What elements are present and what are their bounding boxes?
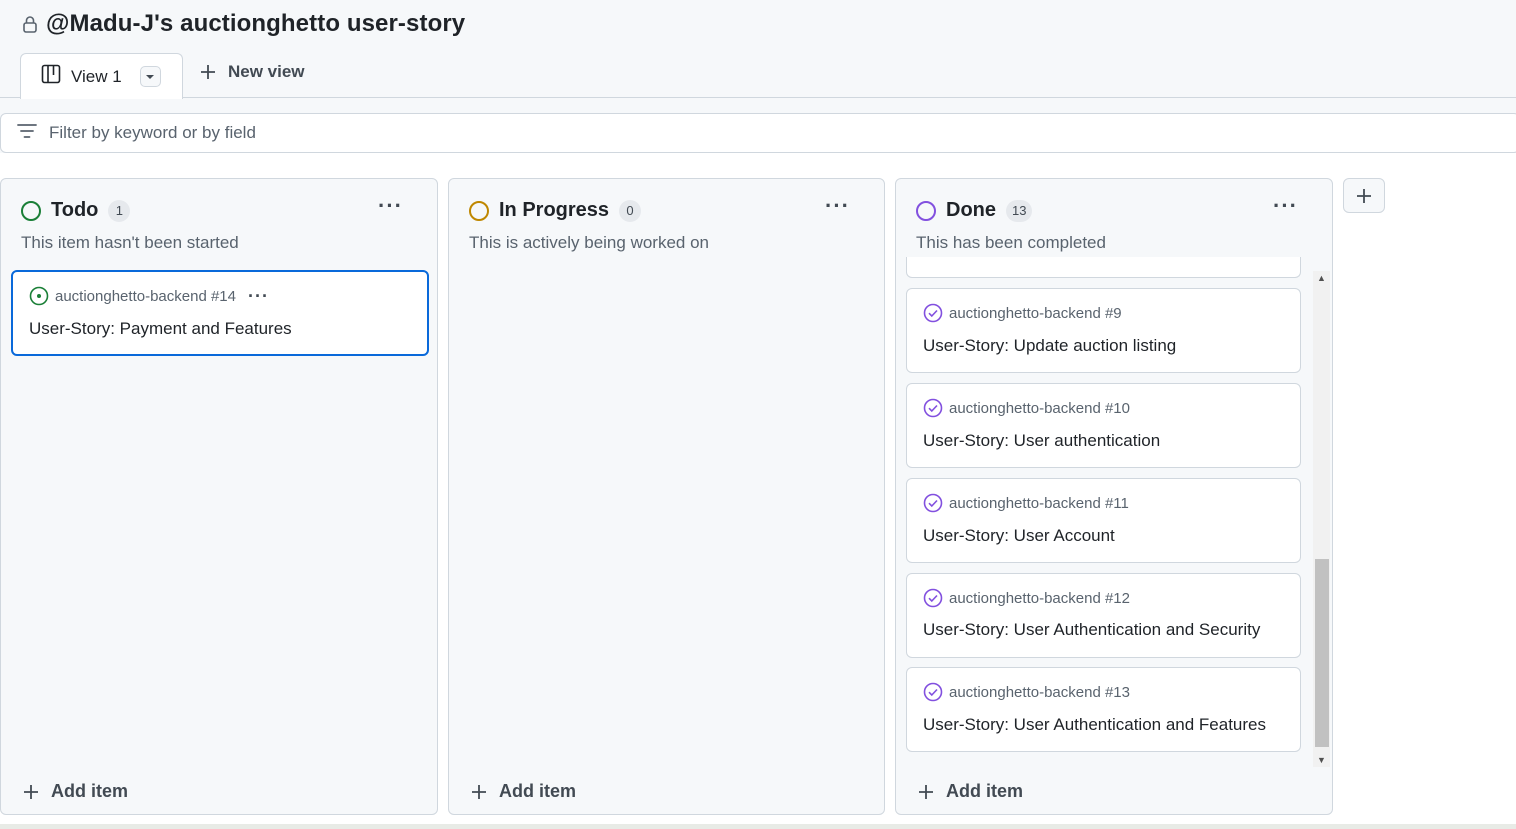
issue-closed-icon [923, 398, 943, 418]
column-menu-button[interactable]: ··· [378, 195, 403, 217]
column-description: This has been completed [916, 233, 1106, 252]
card-meta: auctionghetto-backend #10 [923, 398, 1130, 418]
card-item[interactable]: auctionghetto-backend #9 User-Story: Upd… [906, 288, 1301, 373]
card-meta: auctionghetto-backend #9 [923, 303, 1122, 323]
card-item-partial[interactable] [906, 257, 1301, 278]
add-column-button[interactable] [1343, 178, 1385, 213]
card-item[interactable]: auctionghetto-backend #13 User-Story: Us… [906, 667, 1301, 752]
item-count-badge: 0 [619, 199, 642, 222]
card-menu-button[interactable]: ··· [248, 287, 269, 305]
filter-bar[interactable] [0, 113, 1516, 153]
column-menu-button[interactable]: ··· [1273, 195, 1298, 217]
column-done: Done 13 ··· This has been completed auct… [895, 178, 1333, 815]
column-title: Todo [51, 199, 99, 221]
plus-icon [919, 784, 933, 799]
plus-icon [201, 65, 215, 79]
card-repo-label: auctionghetto-backend #11 [949, 494, 1129, 512]
add-item-button[interactable]: Add item [471, 781, 576, 802]
view-options-button[interactable] [139, 66, 161, 87]
card-title[interactable]: User-Story: User Authentication and Feat… [923, 715, 1266, 735]
card-title[interactable]: User-Story: Update auction listing [923, 336, 1176, 356]
card-repo-label: auctionghetto-backend #13 [949, 683, 1130, 701]
column-description: This is actively being worked on [469, 233, 710, 252]
issue-open-icon [29, 286, 49, 306]
filter-icon [17, 123, 37, 144]
item-count-badge: 1 [108, 199, 131, 222]
add-item-button[interactable]: Add item [918, 781, 1023, 802]
filter-input[interactable] [49, 123, 649, 143]
scroll-up-arrow-icon[interactable]: ▲ [1317, 273, 1326, 283]
tab-label: View 1 [71, 66, 122, 86]
card-repo-label: auctionghetto-backend #10 [949, 399, 1130, 417]
card-title[interactable]: User-Story: User Account [923, 526, 1115, 546]
project-title: @Madu-J's auctionghetto user-story [46, 10, 466, 37]
issue-closed-icon [923, 682, 943, 702]
caret-down-icon [146, 74, 155, 79]
column-header: Todo 1 [21, 199, 131, 222]
tab-view-1[interactable]: View 1 [20, 53, 183, 99]
card-repo-label: auctionghetto-backend #9 [949, 304, 1122, 322]
issue-closed-icon [923, 588, 943, 608]
column-title: Done [946, 199, 996, 221]
card-title[interactable]: User-Story: User authentication [923, 431, 1160, 451]
column-header: Done 13 [916, 199, 1033, 222]
status-in-progress-icon [469, 200, 489, 221]
card-meta: auctionghetto-backend #14 ··· [29, 286, 269, 306]
new-view-label: New view [228, 62, 305, 81]
add-item-label: Add item [946, 781, 1024, 801]
card-item[interactable]: auctionghetto-backend #12 User-Story: Us… [906, 573, 1301, 658]
card-meta: auctionghetto-backend #11 [923, 493, 1129, 513]
status-open-icon [21, 200, 41, 221]
column-header: In Progress 0 [469, 199, 642, 222]
window-bottom-edge [0, 824, 1516, 829]
card-item[interactable]: auctionghetto-backend #11 User-Story: Us… [906, 478, 1301, 563]
scroll-down-arrow-icon[interactable]: ▼ [1317, 755, 1326, 765]
card-meta: auctionghetto-backend #13 [923, 682, 1130, 702]
card-item[interactable]: auctionghetto-backend #10 User-Story: Us… [906, 383, 1301, 468]
issue-closed-icon [923, 493, 943, 513]
new-view-button[interactable]: New view [200, 62, 305, 82]
project-header: @Madu-J's auctionghetto user-story View … [0, 0, 1516, 99]
board-icon [41, 64, 61, 89]
add-item-label: Add item [499, 781, 577, 801]
card-title[interactable]: User-Story: Payment and Features [29, 319, 292, 339]
title-row: @Madu-J's auctionghetto user-story [22, 10, 465, 38]
issue-closed-icon [923, 303, 943, 323]
plus-icon [1357, 188, 1371, 203]
column-todo: Todo 1 ··· This item hasn't been started… [0, 178, 438, 815]
card-meta: auctionghetto-backend #12 [923, 588, 1130, 608]
lock-icon [22, 15, 38, 33]
column-in-progress: In Progress 0 ··· This is actively being… [448, 178, 885, 815]
scrollbar-thumb[interactable] [1315, 559, 1329, 747]
add-item-label: Add item [51, 781, 129, 801]
card-title[interactable]: User-Story: User Authentication and Secu… [923, 620, 1260, 640]
card-item[interactable]: auctionghetto-backend #14 ··· User-Story… [11, 270, 429, 356]
column-menu-button[interactable]: ··· [825, 195, 850, 217]
column-title: In Progress [499, 199, 610, 221]
column-description: This item hasn't been started [21, 233, 239, 252]
card-repo-label: auctionghetto-backend #12 [949, 589, 1130, 607]
item-count-badge: 13 [1006, 199, 1033, 222]
card-repo-label: auctionghetto-backend #14 [55, 287, 236, 305]
status-done-icon [916, 200, 936, 221]
plus-icon [472, 784, 486, 799]
add-item-button[interactable]: Add item [23, 781, 128, 802]
column-scrollbar[interactable]: ▲ ▼ [1313, 271, 1330, 767]
plus-icon [24, 784, 38, 799]
